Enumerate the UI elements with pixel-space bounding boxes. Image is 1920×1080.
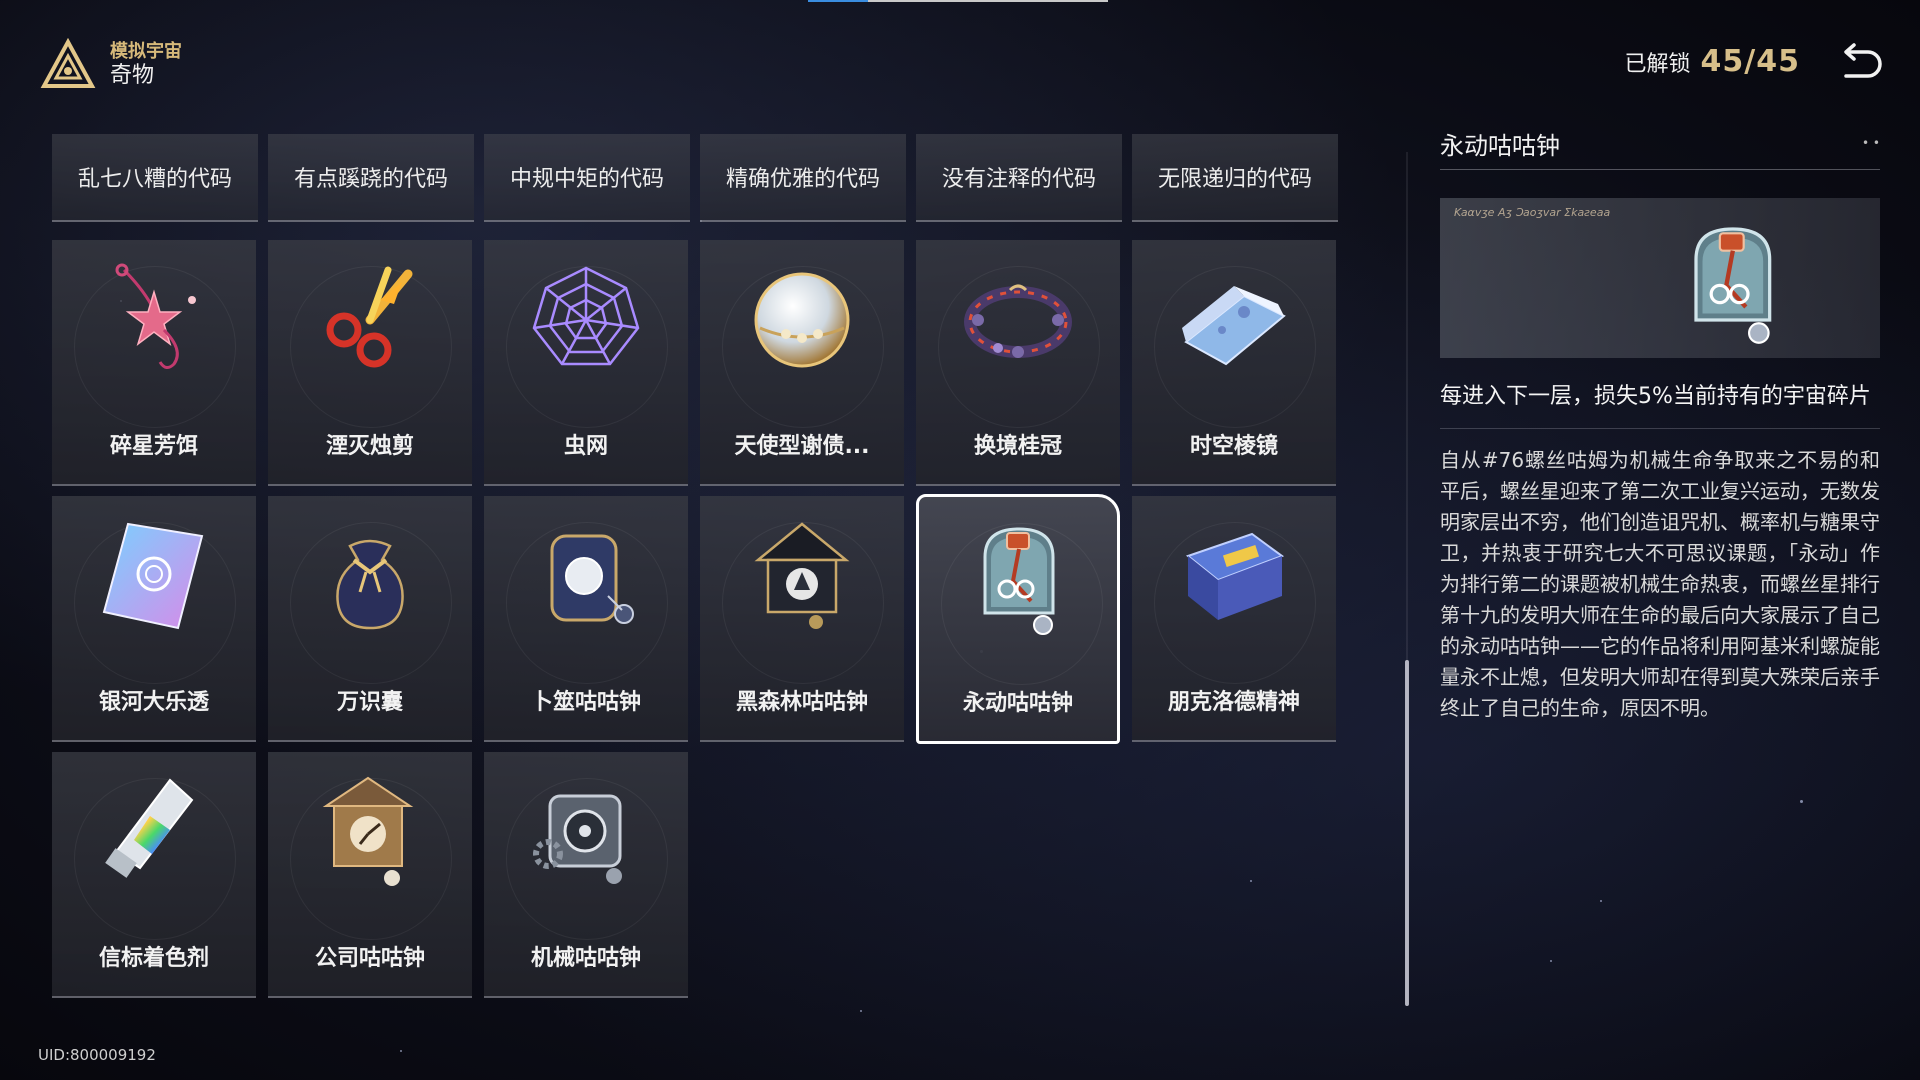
perpetual-clock-icon <box>1694 227 1772 344</box>
curio-label: 银河大乐透 <box>98 690 209 715</box>
curio-card-selected[interactable]: 永动咕咕钟 <box>916 494 1120 744</box>
brand: 模拟宇宙 奇物 <box>40 38 182 92</box>
curio-card[interactable]: 黑森林咕咕钟 <box>700 496 904 742</box>
simulated-universe-logo-icon <box>40 38 96 88</box>
curio-label: 万识囊 <box>336 690 403 715</box>
uid-label: UID:800009192 <box>38 1046 156 1064</box>
curio-label: 公司咕咕钟 <box>314 946 425 971</box>
wreath-icon <box>964 284 1072 358</box>
black-forest-clock-icon <box>754 522 850 629</box>
curio-label: 永动咕咕钟 <box>962 691 1073 716</box>
detail-scroll-thumb[interactable] <box>1405 660 1409 1006</box>
curio-label: 虫网 <box>563 434 608 459</box>
curio-card[interactable]: 信标着色剂 <box>52 752 256 998</box>
curio-card[interactable]: 虫网 <box>484 240 688 486</box>
curio-label: 换境桂冠 <box>973 434 1062 459</box>
detail-title: 永动咕咕钟 • • <box>1440 126 1880 170</box>
unlock-count: 45/45 <box>1700 44 1800 79</box>
curio-card[interactable]: 天使型谢债... <box>700 240 904 486</box>
curio-card[interactable]: 机械咕咕钟 <box>484 752 688 998</box>
curio-detail-panel: 永动咕咕钟 • • Kaαvʒe Aʒ Ɔaoʒvar Ʃkaƨeaa 每进入下… <box>1440 126 1880 724</box>
curio-label: 时空棱镜 <box>1189 434 1278 459</box>
lottery-ticket-icon <box>102 522 204 630</box>
tab-standard-code[interactable]: 中规中矩的代码 <box>484 134 690 222</box>
curio-label: 卜筮咕咕钟 <box>530 690 641 715</box>
page-title: 奇物 <box>110 62 155 88</box>
orb-icon <box>754 272 850 368</box>
unlock-label: 已解锁 <box>1624 52 1691 77</box>
star-lure-icon <box>115 263 196 369</box>
top-progress-fill <box>808 0 868 2</box>
curio-card[interactable]: 万识囊 <box>268 496 472 742</box>
top-progress-bar <box>808 0 1108 2</box>
brand-subtitle: 模拟宇宙 <box>110 41 182 62</box>
curio-label: 信标着色剂 <box>98 946 209 971</box>
detail-banner: Kaαvʒe Aʒ Ɔaoʒvar Ʃkaƨeaa <box>1440 198 1880 358</box>
detail-dots: • • <box>1862 136 1880 150</box>
curio-card[interactable]: 银河大乐透 <box>52 496 256 742</box>
curio-card[interactable]: 公司咕咕钟 <box>268 752 472 998</box>
mechanical-clock-icon <box>533 794 622 884</box>
unlock-counter: 已解锁 45/45 <box>1625 44 1800 79</box>
curio-card[interactable]: 卜筮咕咕钟 <box>484 496 688 742</box>
curio-card[interactable]: 换境桂冠 <box>916 240 1120 486</box>
tab-suspicious-code[interactable]: 有点蹊跷的代码 <box>268 134 474 222</box>
curio-card[interactable]: 时空棱镜 <box>1132 240 1336 486</box>
tab-uncommented-code[interactable]: 没有注释的代码 <box>916 134 1122 222</box>
curio-label: 机械咕咕钟 <box>530 946 641 971</box>
curio-label: 碎星芳饵 <box>109 434 198 459</box>
tab-elegant-code[interactable]: 精确优雅的代码 <box>700 134 906 222</box>
company-clock-icon <box>322 776 414 886</box>
curio-label: 朋克洛德精神 <box>1167 690 1300 715</box>
spider-web-icon <box>532 266 640 366</box>
detail-effect: 每进入下一层，损失5%当前持有的宇宙碎片 <box>1440 380 1880 429</box>
prism-icon <box>1182 286 1286 366</box>
tab-recursive-code[interactable]: 无限递归的代码 <box>1132 134 1338 222</box>
curio-label: 黑森林咕咕钟 <box>735 690 868 715</box>
paint-tube-icon <box>105 778 194 878</box>
divination-clock-icon <box>550 534 634 624</box>
tab-messy-code[interactable]: 乱七八糟的代码 <box>52 134 258 222</box>
back-arrow-icon[interactable] <box>1834 42 1884 86</box>
curio-card[interactable]: 湮灭烛剪 <box>268 240 472 486</box>
pouch-icon <box>336 539 404 630</box>
banner-script-decoration: Kaαvʒe Aʒ Ɔaoʒvar Ʃkaƨeaa <box>1454 206 1611 219</box>
detail-lore: 自从#76螺丝咕姆为机械生命争取来之不易的和平后，螺丝星迎来了第二次工业复兴运动… <box>1440 448 1880 720</box>
perpetual-clock-icon <box>983 527 1055 635</box>
curio-label: 湮灭烛剪 <box>325 434 414 459</box>
curio-card[interactable]: 朋克洛德精神 <box>1132 496 1336 742</box>
scissors-icon <box>326 266 413 368</box>
curio-card[interactable]: 碎星芳饵 <box>52 240 256 486</box>
punklorde-box-icon <box>1185 532 1285 620</box>
curio-label: 天使型谢债... <box>734 434 870 459</box>
detail-title-text: 永动咕咕钟 <box>1440 132 1560 160</box>
category-tabs: 乱七八糟的代码 有点蹊跷的代码 中规中矩的代码 精确优雅的代码 没有注释的代码 … <box>52 134 1348 222</box>
